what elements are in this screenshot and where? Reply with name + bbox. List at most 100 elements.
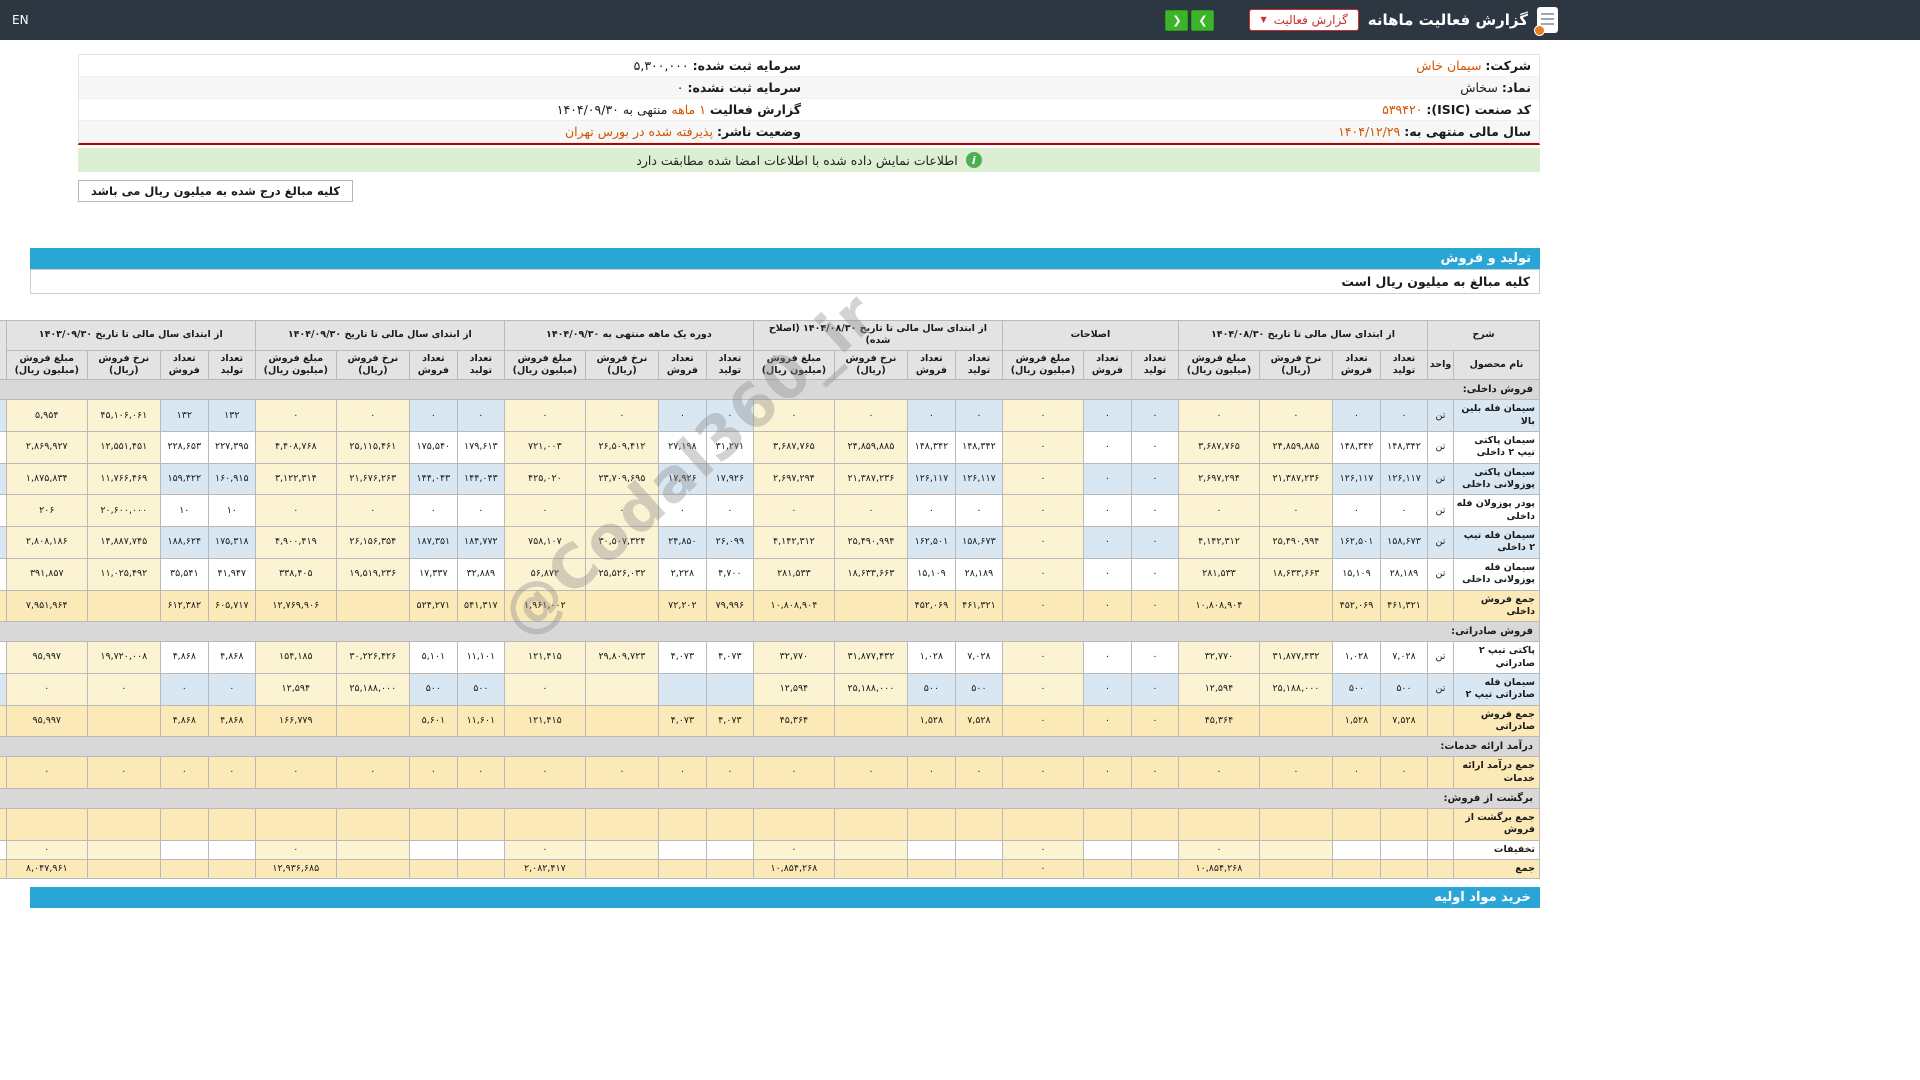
value-cell-g1-sold: ۱۶۲,۵۰۱ [1331, 526, 1381, 559]
product-name-cell: جمع درآمد ارائه خدمات [1453, 756, 1540, 789]
value-cell-g1-sold: ۱۵,۱۰۹ [1331, 557, 1381, 591]
value-cell-ytd-amount: ۳۳۸,۴۰۵ [254, 557, 337, 591]
nav-forward-button[interactable]: ❯ [1191, 9, 1215, 31]
value-cell-prev-prod [207, 858, 256, 880]
value-cell-prev-prod: ۱۳۲ [207, 399, 256, 433]
value-cell-g1-amount: ۲,۶۹۷,۲۹۴ [1177, 462, 1260, 496]
value-cell-ytd-rate: ۰ [335, 494, 410, 528]
value-cell-period-prod: ۴,۰۷۳ [705, 704, 754, 738]
value-cell-adj-sold: ۰ [1082, 526, 1132, 559]
language-link[interactable]: EN [12, 13, 29, 27]
status-cell: تولید [0, 399, 7, 433]
product-row: سیمان فله پوزولانی داخلی تن ۲۸,۱۸۹ ۱۵,۱۰۹ ۱۸… [0, 557, 1540, 591]
value-cell-prev-amount: ۹۵,۹۹۷ [5, 704, 88, 738]
unit-cell [1426, 839, 1455, 860]
value-cell-ytd-rate: ۲۱,۶۷۶,۲۶۳ [335, 462, 410, 496]
sub-header-sold: تعداد فروش [159, 349, 209, 381]
product-name-cell: سیمان پاکتی تیپ ۲ داخلی [1453, 431, 1540, 464]
status-cell [0, 589, 7, 623]
value-cell-period-amount: ۰ [503, 839, 586, 860]
nav-back-button[interactable]: ❮ [1165, 9, 1189, 31]
value-cell-prev-rate: ۱۲,۵۵۱,۴۵۱ [86, 431, 161, 464]
value-cell-g2-sold: ۱۲۶,۱۱۷ [906, 462, 956, 496]
value-cell-prev-prod: ۴,۸۶۸ [207, 641, 256, 674]
value-cell-ytd-prod: ۱۸۴,۷۷۲ [456, 526, 505, 559]
value-cell-ytd-rate: ۱۹,۵۱۹,۲۳۶ [335, 557, 410, 591]
value-cell-prev-sold [159, 858, 209, 880]
report-document-icon [1534, 7, 1558, 36]
value-cell-adj-prod: ۰ [1130, 431, 1179, 464]
value-cell-adj-sold: ۰ [1082, 589, 1132, 623]
value-cell-g2-sold: ۱,۰۲۸ [906, 641, 956, 674]
product-name-cell: سیمان فله تیپ ۲ داخلی [1453, 526, 1540, 559]
topbar: گزارش فعالیت ماهانه گزارش فعالیت ▼ ❯ ❮ E… [0, 0, 1920, 40]
section-row-label: فروش داخلی: [0, 379, 1541, 401]
value-cell-adj-prod: ۰ [1130, 672, 1179, 706]
total-row: جمع درآمد ارائه خدمات ۰ ۰ ۰ ۰ ۰ ۰ ۰ ۰ ۰ ۰ ۰ ۰ ۰ ۰ ۰ ۰ ۰ ۰ ۰… [0, 756, 1540, 789]
value-cell-g2-prod: ۰ [954, 399, 1003, 433]
value-cell-period-amount: ۰ [503, 756, 586, 789]
value-cell-g1-prod: ۰ [1379, 494, 1428, 528]
sub-header-rate: نرخ فروش (ریال) [584, 349, 659, 381]
value-cell-g2-amount: ۴,۱۴۲,۳۱۲ [752, 526, 835, 559]
value-cell-ytd-prod [456, 807, 505, 841]
value-cell-g1-sold: ۰ [1331, 494, 1381, 528]
value-cell-period-amount: ۱۲۱,۴۱۵ [503, 641, 586, 674]
unit-cell [1426, 807, 1455, 841]
value-cell-prev-sold: ۱۵۹,۴۲۲ [159, 462, 209, 496]
unit-cell [1426, 704, 1455, 738]
value-cell-g1-rate: ۳۱,۸۷۷,۴۳۲ [1258, 641, 1333, 674]
report-type-dropdown[interactable]: گزارش فعالیت ▼ [1249, 9, 1359, 31]
value-cell-g2-amount: ۱۰,۸۰۸,۹۰۴ [752, 589, 835, 623]
value-cell-g2-prod [954, 807, 1003, 841]
sub-header-rate: نرخ فروش (ریال) [335, 349, 410, 381]
value-cell-g1-prod [1379, 839, 1428, 860]
value-cell-ytd-sold: ۱۸۷,۳۵۱ [408, 526, 458, 559]
section-row: فروش داخلی: [0, 379, 1541, 401]
value-cell-ytd-sold: ۱۷۵,۵۴۰ [408, 431, 458, 464]
status-cell [0, 756, 7, 789]
company-value[interactable]: سیمان خاش [1416, 58, 1481, 73]
value-cell-g2-rate: ۲۱,۳۸۷,۲۳۶ [833, 462, 908, 496]
value-cell-g2-prod [954, 839, 1003, 860]
value-cell-adj-amount: ۰ [1001, 399, 1084, 433]
value-cell-adj-prod: ۰ [1130, 526, 1179, 559]
value-cell-period-amount: ۰ [503, 399, 586, 433]
production-sales-section: تولید و فروش کلیه مبالغ به میلیون ریال ا… [0, 248, 1541, 909]
total-row: جمع برگشت از فروش [0, 807, 1540, 841]
value-cell-g1-amount: ۰ [1177, 756, 1260, 789]
value-cell-g1-prod: ۱۴۸,۳۴۲ [1379, 431, 1428, 464]
value-cell-prev-amount: ۱,۸۷۵,۸۳۴ [5, 462, 88, 496]
total-row: جمع فروش صادراتی ۷,۵۲۸ ۱,۵۲۸ ۴۵,۳۶۴ ۰ ۰ ۰ ۷,۵۲۸… [0, 704, 1540, 738]
value-cell-g2-amount: ۳۲,۷۷۰ [752, 641, 835, 674]
group-header: از ابتدای سال مالی تا تاریخ ۱۴۰۴/۰۸/۳۰ (… [752, 320, 1003, 351]
value-cell-g2-rate: ۲۵,۱۸۸,۰۰۰ [833, 672, 908, 706]
value-cell-period-prod: ۰ [705, 756, 754, 789]
value-cell-ytd-prod: ۱۴۴,۰۴۳ [456, 462, 505, 496]
value-cell-ytd-sold: ۱۴۴,۰۴۳ [408, 462, 458, 496]
value-cell-prev-rate: ۴۵,۱۰۶,۰۶۱ [86, 399, 161, 433]
value-cell-prev-amount: ۷,۹۵۱,۹۶۴ [5, 589, 88, 623]
value-cell-adj-sold: ۰ [1082, 672, 1132, 706]
group-header: از ابتدای سال مالی تا تاریخ ۱۴۰۳/۰۹/۳۰ [5, 320, 256, 351]
value-cell-adj-sold [1082, 807, 1132, 841]
unregistered-capital-cell: سرمایه ثبت نشده: ۰ [79, 77, 809, 98]
value-cell-period-prod: ۳۱,۲۷۱ [705, 431, 754, 464]
product-row: پودر پوزولان فله داخلی تن ۰ ۰ ۰ ۰ ۰ ۰ ۰ ۰ ۰ ۰ ۰ ۰ ۰ ۰ ۰ ۰… [0, 494, 1540, 528]
value-cell-prev-sold: ۱۰ [159, 494, 209, 528]
value-cell-period-sold: ۰ [657, 494, 707, 528]
value-cell-period-sold: ۱۷,۹۲۶ [657, 462, 707, 496]
value-cell-ytd-prod: ۱۷۹,۶۱۳ [456, 431, 505, 464]
value-cell-prev-prod: ۰ [207, 672, 256, 706]
product-row: سیمان فله بلین بالا تن ۰ ۰ ۰ ۰ ۰ ۰ ۰ ۰ ۰ ۰ ۰ ۰ ۰ ۰ ۰ ۰ ۰ ۰ ۰… [0, 399, 1540, 433]
value-cell-ytd-sold [408, 839, 458, 860]
value-cell-period-amount: ۲,۰۸۲,۴۱۷ [503, 858, 586, 880]
value-cell-g2-sold [906, 858, 956, 880]
table-body: فروش داخلی: سیمان فله بلین بالا تن ۰ ۰ ۰ ۰ ۰ ۰ ۰ ۰… [0, 379, 1541, 880]
value-cell-period-sold [657, 839, 707, 860]
value-cell-period-amount: ۰ [503, 494, 586, 528]
production-sales-title-bar: تولید و فروش [30, 248, 1540, 269]
value-cell-prev-prod: ۱۷۵,۳۱۸ [207, 526, 256, 559]
value-cell-g1-sold: ۱,۵۲۸ [1331, 704, 1381, 738]
issuer-status-value: پذیرفته شده در بورس تهران [565, 124, 713, 139]
